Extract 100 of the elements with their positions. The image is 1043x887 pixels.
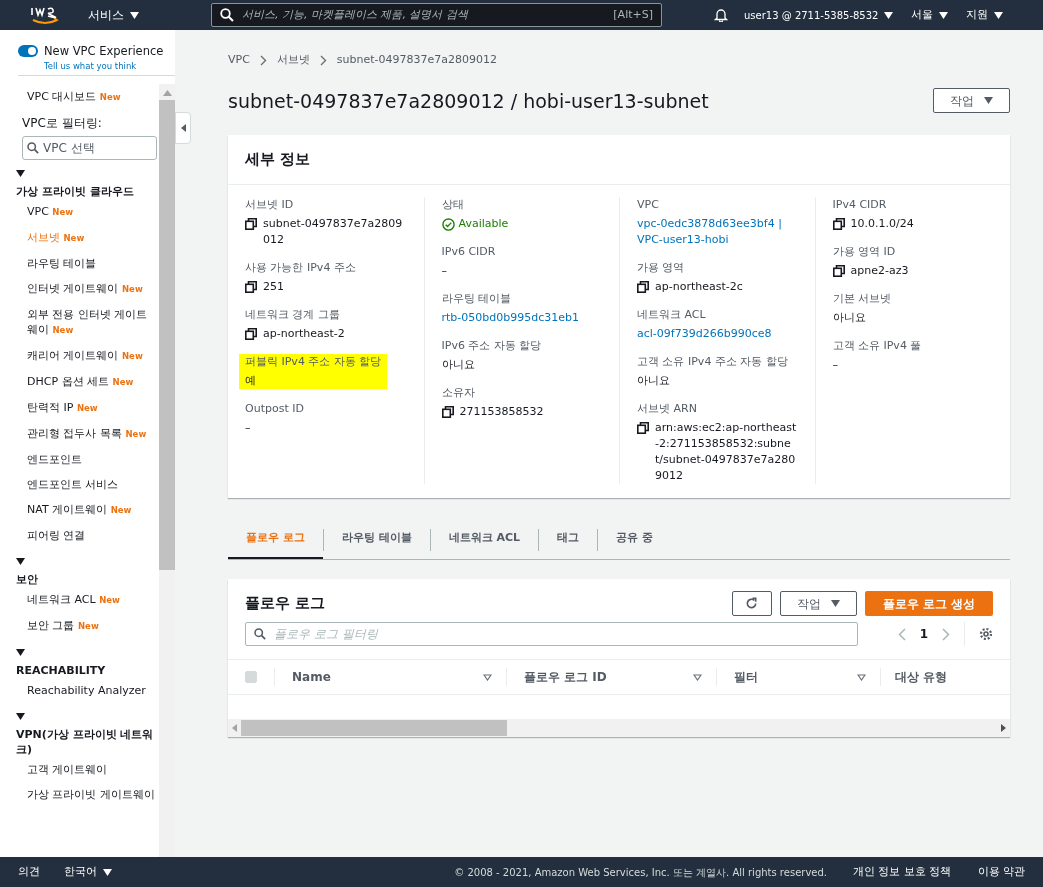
support-menu[interactable]: 지원 [966,6,1004,24]
tab[interactable]: 네트워크 ACL [430,520,539,559]
footer-link[interactable]: 개인 정보 보호 정책 [853,863,952,881]
nav-item[interactable]: 라우팅 테이블 [16,251,157,276]
search-field[interactable]: 서비스, 기능, 마켓플레이스 제품, 설명서 검색 [Alt+S] [211,3,662,27]
field-label: IPv6 CIDR [441,244,497,260]
actions-button[interactable]: 작업 [779,591,857,616]
column-header[interactable]: Name [292,668,331,686]
nav-item[interactable]: 엔드포인트 서비스 [16,472,157,497]
chevron-right-icon [319,54,327,66]
nav-item[interactable]: 가상 프라이빗 게이트웨이 [16,782,157,807]
caret-icon [16,558,25,565]
settings-icon[interactable] [979,627,993,641]
nav-item[interactable]: NAT 게이트웨이 New [16,497,157,523]
nav-item[interactable]: VPC 대시보드 New [16,84,157,110]
vpc-search-field[interactable]: VPC 선택 [22,136,157,160]
copy-icon[interactable] [832,265,845,277]
page-title: subnet-0497837e7a2809012 / hobi-user13-subnet [228,88,709,114]
sort-icon[interactable] [857,673,866,681]
nav-item[interactable]: 탄력적 IP New [16,395,157,421]
field-value: – [441,263,448,279]
nav-item[interactable]: 보안 그룹 New [16,613,157,639]
feedback-link[interactable]: Tell us what you think [44,59,175,73]
section-title[interactable]: 보안 [16,572,157,587]
resource-link[interactable]: rtb-050bd0b995dc31eb1 [441,310,602,326]
sort-icon[interactable] [483,673,492,681]
caret-icon [884,11,894,19]
caret-icon [103,868,112,876]
nav-item[interactable]: VPC New [16,199,157,225]
nav-item[interactable]: 네트워크 ACL New [16,587,157,613]
field-label: 가용 영역 [637,260,686,276]
breadcrumb-link[interactable]: 서브넷 [276,52,310,69]
field-value: 예 [245,373,257,389]
nav-item[interactable]: DHCP 옵션 세트 New [16,369,157,395]
panel-title: 플로우 로그 [245,593,326,615]
field-value: arn:aws:ec2:ap-northeast-2:271153858532:subnet/subnet-0497837e7a2809012 [655,420,798,484]
horizontal-scrollbar[interactable] [228,719,1010,737]
section-title[interactable]: 가상 프라이빗 클라우드 [16,184,157,199]
copy-icon[interactable] [832,218,845,230]
field-label: 사용 가능한 IPv4 주소 [245,260,357,276]
field-value: apne2-az3 [850,263,909,279]
resource-link[interactable]: vpc-0edc3878d63ee3bf4 | VPC-user13-hobi [637,216,798,248]
nav-item[interactable]: Reachability Analyzer [16,678,157,703]
nav-item[interactable]: 캐리어 게이트웨이 New [16,343,157,369]
copy-icon[interactable] [245,281,257,293]
field-label: 네트워크 ACL [637,307,707,323]
column-header[interactable]: 필터 [734,668,758,686]
copy-icon[interactable] [441,406,454,418]
account-menu[interactable]: user13 @ 2711-5385-8532 [744,7,894,23]
section-title[interactable]: VPN(가상 프라이빗 네트워크) [16,727,157,757]
field-label: 서브넷 ARN [637,401,698,417]
section-title[interactable]: REACHABILITY [16,663,157,678]
language-menu[interactable]: 한국어 [64,863,112,881]
copy-icon[interactable] [245,218,257,230]
field-value: 아니요 [832,310,867,326]
page-number[interactable]: 1 [919,625,928,643]
nav-item[interactable]: 고객 게이트웨이 [16,757,157,782]
column-header[interactable]: 대상 유형 [895,668,948,686]
field-label: 라우팅 테이블 [441,291,512,307]
field-label: 가용 영역 ID [832,244,897,260]
breadcrumb-link[interactable]: VPC [228,52,250,69]
copy-icon[interactable] [637,281,649,293]
nav-item[interactable]: 관리형 접두사 목록 New [16,421,157,447]
column-header[interactable]: 플로우 로그 ID [524,668,607,686]
feedback-link[interactable]: 의견 [18,863,40,881]
field-value: ap-northeast-2c [655,279,743,295]
footer-link[interactable]: 이용 약관 [977,863,1025,881]
region-menu[interactable]: 서울 [911,6,949,24]
nav-item[interactable]: 엔드포인트 [16,447,157,472]
resource-link[interactable]: acl-09f739d266b990ce8 [637,326,798,342]
field-value: 아니요 [637,373,671,389]
breadcrumb-link[interactable]: subnet-0497837e7a2809012 [336,52,498,69]
field-label: 퍼블릭 IPv4 주소 자동 할당 [245,354,382,370]
bell-icon[interactable] [714,8,728,22]
shortcut-hint: [Alt+S] [613,6,653,23]
services-menu[interactable]: 서비스 [88,6,139,24]
field-label: IPv6 주소 자동 할당 [441,338,543,354]
field-value: ap-northeast-2 [263,326,345,342]
tab[interactable]: 라우팅 테이블 [323,520,430,559]
nav-item[interactable]: 피어링 연결 [16,523,157,548]
sort-icon[interactable] [693,673,702,681]
panel-title: 세부 정보 [245,149,311,171]
select-all-checkbox[interactable] [245,671,257,683]
field-value: – [245,420,252,436]
toggle-switch[interactable] [18,45,38,58]
collapse-tab[interactable] [175,112,191,144]
scroll-right-icon[interactable] [1001,724,1006,732]
nav-item[interactable]: 외부 전용 인터넷 게이트웨이 New [16,302,157,343]
nav-item[interactable]: 인터넷 게이트웨이 New [16,276,157,302]
caret-icon [16,170,25,177]
tab[interactable]: 공유 중 [598,520,671,559]
scrollbar[interactable] [159,84,175,857]
refresh-button[interactable] [731,591,772,616]
caret-icon [16,649,25,656]
actions-button[interactable]: 작업 [933,88,1010,114]
tab[interactable]: 태그 [539,520,598,559]
copy-icon[interactable] [637,422,649,434]
toggle-label: New VPC Experience [44,42,164,60]
aws-logo-icon[interactable] [30,5,60,25]
copy-icon[interactable] [245,328,257,340]
